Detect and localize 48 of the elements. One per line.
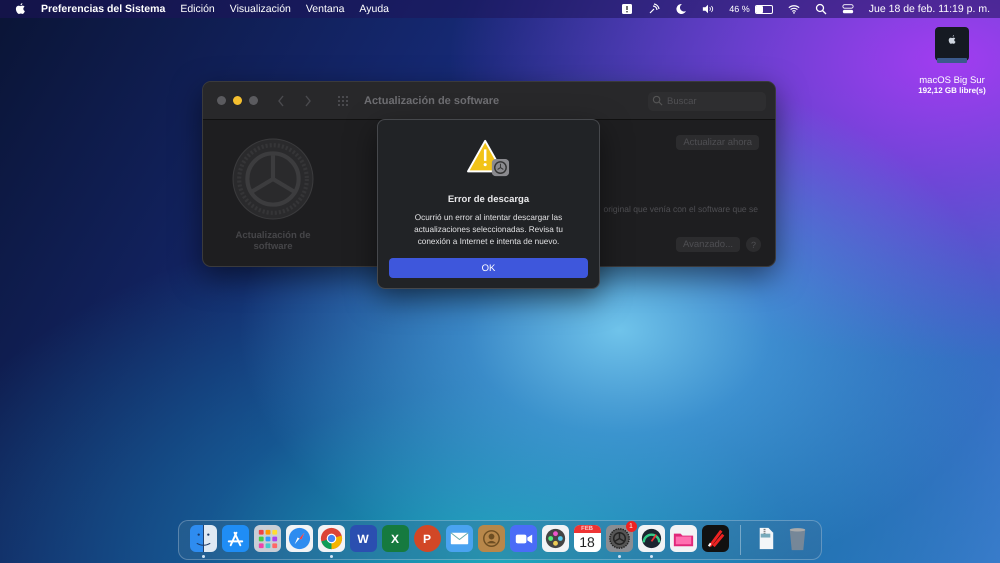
app-letter: W xyxy=(357,532,369,546)
drive-name: macOS Big Sur xyxy=(919,75,985,86)
menu-item[interactable]: Ayuda xyxy=(359,3,390,15)
dialog-title: Error de descarga xyxy=(448,194,530,205)
battery-icon[interactable] xyxy=(754,4,773,14)
menu-item[interactable]: Ventana xyxy=(306,3,344,15)
gear-icon xyxy=(232,138,314,220)
browser-icon[interactable] xyxy=(318,525,344,552)
app-letter: P xyxy=(422,532,431,546)
minimize-button[interactable] xyxy=(233,96,242,105)
clock[interactable]: Jue 18 de feb. 11:19 p. m. xyxy=(868,3,990,15)
running-indicator xyxy=(330,555,332,558)
document-icon[interactable]: W xyxy=(350,525,376,552)
presentation-icon[interactable]: P xyxy=(414,525,440,552)
grid-icon[interactable] xyxy=(254,525,280,552)
menu-item[interactable]: Visualización xyxy=(230,3,291,15)
running-indicator xyxy=(202,555,204,558)
wifi-icon[interactable] xyxy=(788,3,800,15)
search-icon[interactable] xyxy=(814,3,827,15)
app-menu[interactable]: Preferencias del Sistema xyxy=(41,3,166,15)
dialog-message: Ocurrió un error al intentar descargar las actualizaciones seleccionadas. Revisa tu conexión a Internet e intenta de nuevo. xyxy=(413,212,564,248)
running-indicator xyxy=(650,555,652,558)
spreadsheet-icon[interactable]: X xyxy=(382,525,408,552)
drive-icon[interactable] xyxy=(932,25,972,65)
tools-icon[interactable] xyxy=(702,525,728,552)
moon-icon[interactable] xyxy=(675,3,688,15)
battery-reading: 46 % xyxy=(729,4,750,14)
video-camera-icon[interactable] xyxy=(510,525,536,552)
control-center-icon[interactable] xyxy=(842,3,854,15)
alert-icon[interactable] xyxy=(621,3,634,15)
drive-capacity: 192,12 GB libre(s) xyxy=(918,86,986,95)
app-store-icon[interactable] xyxy=(222,525,248,552)
face-icon[interactable] xyxy=(190,525,216,552)
menu-item[interactable]: Edición xyxy=(180,3,215,15)
speaker-icon[interactable] xyxy=(702,3,714,15)
app-letter: X xyxy=(390,532,399,546)
folder-icon[interactable] xyxy=(670,525,696,552)
search-icon xyxy=(652,95,663,106)
envelope-icon[interactable] xyxy=(446,525,472,552)
window-title: Actualización de software xyxy=(364,94,500,106)
compass-icon[interactable] xyxy=(286,525,312,552)
apple-icon[interactable] xyxy=(15,2,26,16)
warning-icon xyxy=(466,137,512,179)
ok-button[interactable]: OK xyxy=(389,258,588,278)
gauge-icon[interactable] xyxy=(638,525,664,552)
broadcast-icon[interactable] xyxy=(648,3,660,15)
running-indicator xyxy=(618,555,620,558)
calendar-day: 18 xyxy=(579,533,595,551)
